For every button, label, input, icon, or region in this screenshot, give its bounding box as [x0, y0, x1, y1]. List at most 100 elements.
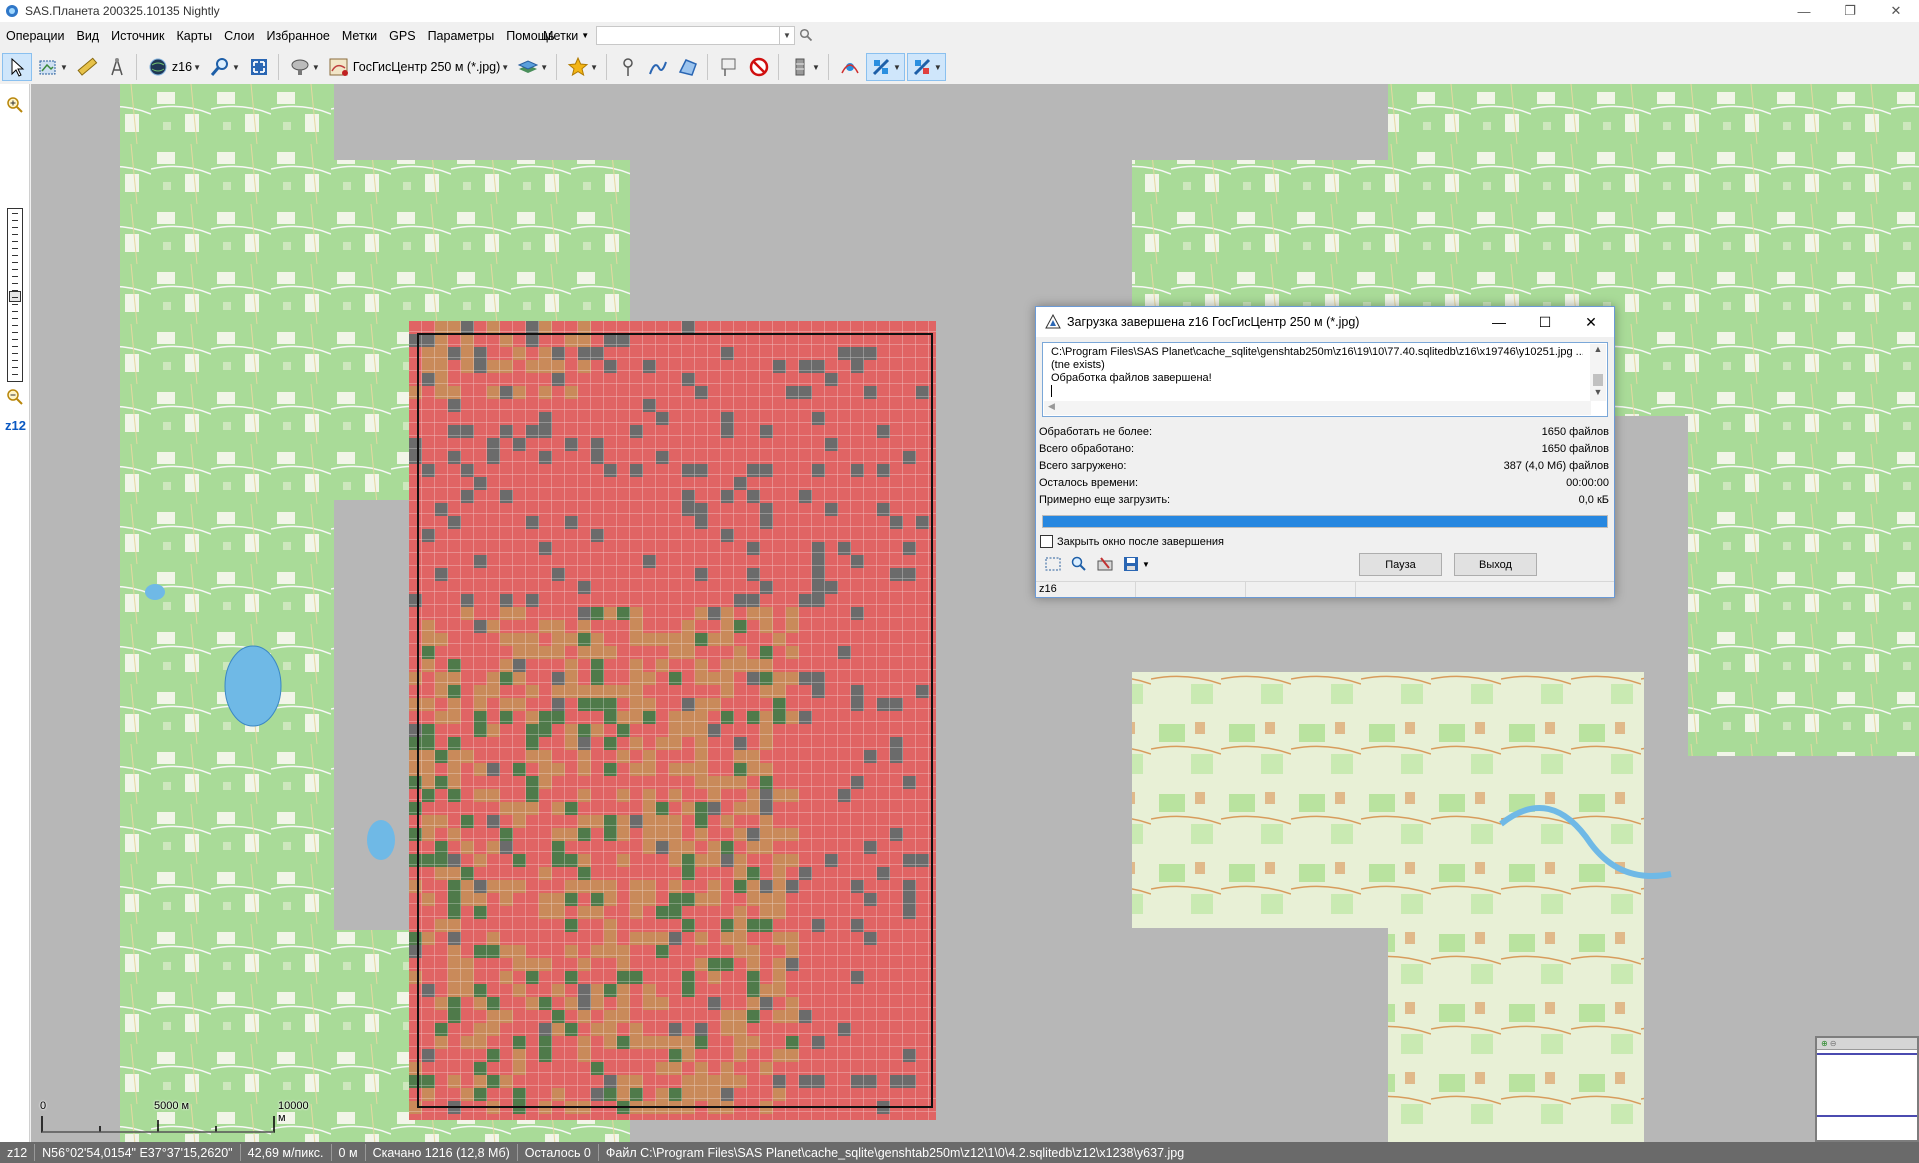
menu-layers[interactable]: Слои [218, 29, 260, 43]
menu-parameters[interactable]: Параметры [422, 29, 501, 43]
exit-button[interactable]: Выход [1454, 553, 1537, 576]
zoom-out-icon[interactable] [6, 388, 24, 406]
dialog-maximize-button[interactable]: ☐ [1522, 307, 1568, 337]
map-source-label: ГосГисЦентр 250 м (*.jpg) [352, 60, 501, 74]
menu-maps[interactable]: Карты [170, 29, 218, 43]
selection-tool-button[interactable]: ▼ [34, 53, 71, 81]
chevron-down-icon: ▼ [501, 62, 510, 72]
scroll-down-icon[interactable]: ▼ [1590, 387, 1606, 401]
stat-row: Обработать не более: 1650 файлов [1039, 424, 1609, 441]
minimap-zoom-in-icon[interactable]: ⊕ [1821, 1039, 1828, 1048]
polygon-tool-button[interactable] [103, 53, 131, 81]
menu-operations[interactable]: Операции [0, 29, 70, 43]
ruler-tool-button[interactable] [73, 53, 101, 81]
search-input[interactable] [597, 27, 777, 44]
gps-center-button[interactable]: ▼ [906, 53, 946, 81]
map-view[interactable]: 0 5000 м 10000 м [31, 84, 1919, 1142]
dialog-title-bar[interactable]: Загрузка завершена z16 ГосГисЦентр 250 м… [1036, 307, 1614, 337]
stat-label: Всего обработано: [1039, 443, 1135, 455]
restore-button[interactable]: ❐ [1827, 0, 1873, 22]
minimize-button[interactable]: — [1781, 0, 1827, 22]
select-area-icon[interactable] [1044, 555, 1062, 573]
download-log[interactable]: C:\Program Files\SAS Planet\cache_sqlite… [1042, 342, 1608, 417]
close-button[interactable]: ✕ [1873, 0, 1919, 22]
toolbar-separator [606, 54, 608, 80]
zoom-select-button[interactable]: z16 ▼ [144, 53, 204, 81]
log-line: Обработка файлов завершена! [1051, 372, 1212, 384]
zoom-slider-tick [12, 283, 18, 284]
dialog-status-zoom: z16 [1036, 582, 1136, 597]
zoom-slider-tick [12, 339, 18, 340]
add-polygon-button[interactable] [674, 53, 702, 81]
fullscreen-button[interactable] [245, 53, 273, 81]
menu-favorites[interactable]: Избранное [261, 29, 336, 43]
zoom-slider-tick [12, 353, 18, 354]
search-icon[interactable] [799, 28, 813, 42]
grid-icon [795, 58, 805, 76]
save-icon[interactable] [1122, 555, 1140, 573]
minimap-canvas[interactable] [1817, 1050, 1917, 1140]
chevron-down-icon[interactable]: ▼ [1142, 560, 1150, 569]
scroll-up-icon[interactable]: ▲ [1590, 344, 1606, 358]
scale-label-10000: 10000 м [278, 1100, 309, 1124]
dialog-title: Загрузка завершена z16 ГосГисЦентр 250 м… [1067, 315, 1360, 329]
gps-connect-button[interactable] [836, 53, 864, 81]
dialog-minimize-button[interactable]: — [1476, 307, 1522, 337]
chevron-down-icon: ▼ [60, 62, 68, 72]
favorites-button[interactable]: ▼ [564, 53, 601, 81]
download-mode-button[interactable]: ▼ [286, 53, 323, 81]
checkbox-box[interactable] [1040, 535, 1053, 548]
zoom-tool-button[interactable]: ▼ [206, 53, 243, 81]
chevron-down-icon: ▼ [581, 31, 590, 40]
zoom-slider-track[interactable] [7, 208, 23, 382]
map-source-button[interactable]: ГосГисЦентр 250 м (*.jpg) ▼ [325, 53, 512, 81]
toolbar-separator [135, 54, 137, 80]
search-history-dropdown[interactable]: ▼ [779, 27, 794, 44]
map-canvas[interactable] [31, 84, 1919, 1142]
globe-icon [149, 58, 167, 76]
stat-value: 1650 файлов [1541, 426, 1609, 438]
zoom-level-label: z16 [171, 60, 193, 74]
polygon-icon [678, 59, 698, 76]
close-after-finish-checkbox[interactable]: Закрыть окно после завершения [1040, 535, 1224, 548]
tile-grid-button[interactable]: ▼ [786, 53, 823, 81]
add-point-button[interactable] [614, 53, 642, 81]
minimap[interactable]: ⊕ ⊖ [1815, 1036, 1919, 1142]
menu-view[interactable]: Вид [70, 29, 105, 43]
menu-gps[interactable]: GPS [383, 29, 421, 43]
log-vertical-scrollbar[interactable]: ▲ ▼ [1590, 344, 1606, 401]
marks-dropdown-label: Метки [543, 28, 579, 43]
toolbar-separator [707, 54, 709, 80]
gps-track-button[interactable]: ▼ [865, 53, 905, 81]
menu-source[interactable]: Источник [105, 29, 170, 43]
scroll-left-icon[interactable]: ◀ [1048, 401, 1055, 412]
search-box: ▼ [596, 26, 795, 45]
menu-marks[interactable]: Метки [336, 29, 383, 43]
star-icon [567, 56, 589, 77]
status-distance: 0 м [332, 1144, 366, 1161]
zoom-in-icon[interactable] [6, 96, 24, 114]
add-path-button[interactable] [644, 53, 672, 81]
hide-marks-button[interactable] [745, 53, 773, 81]
stat-row: Всего обработано: 1650 файлов [1039, 441, 1609, 458]
move-tool-button[interactable] [2, 53, 32, 81]
zoom-to-area-icon[interactable] [1070, 555, 1088, 573]
zoom-slider-tick [12, 318, 18, 319]
dialog-close-button[interactable]: ✕ [1568, 307, 1614, 337]
satellite-dish-icon [291, 59, 309, 75]
scroll-thumb[interactable] [1593, 374, 1603, 386]
checkbox-label: Закрыть окно после завершения [1057, 535, 1225, 548]
pause-button[interactable]: Пауза [1359, 553, 1442, 576]
minimap-zoom-out-icon[interactable]: ⊖ [1830, 1039, 1837, 1048]
minimap-header[interactable]: ⊕ ⊖ [1817, 1038, 1917, 1050]
stat-row: Примерно еще загрузить: 0,0 кБ [1039, 492, 1609, 509]
log-horizontal-scrollbar[interactable]: ◀ [1044, 401, 1591, 415]
stat-label: Обработать не более: [1039, 426, 1153, 438]
layers-button[interactable]: ▼ [514, 53, 551, 81]
zoom-slider-tick [12, 297, 18, 298]
marks-visibility-button[interactable] [715, 53, 743, 81]
tools-icon[interactable] [1096, 555, 1114, 573]
marks-dropdown[interactable]: Метки ▼ [543, 25, 589, 46]
zoom-slider-tick [12, 255, 18, 256]
status-file: Файл C:\Program Files\SAS Planet\cache_s… [605, 1145, 1185, 1160]
